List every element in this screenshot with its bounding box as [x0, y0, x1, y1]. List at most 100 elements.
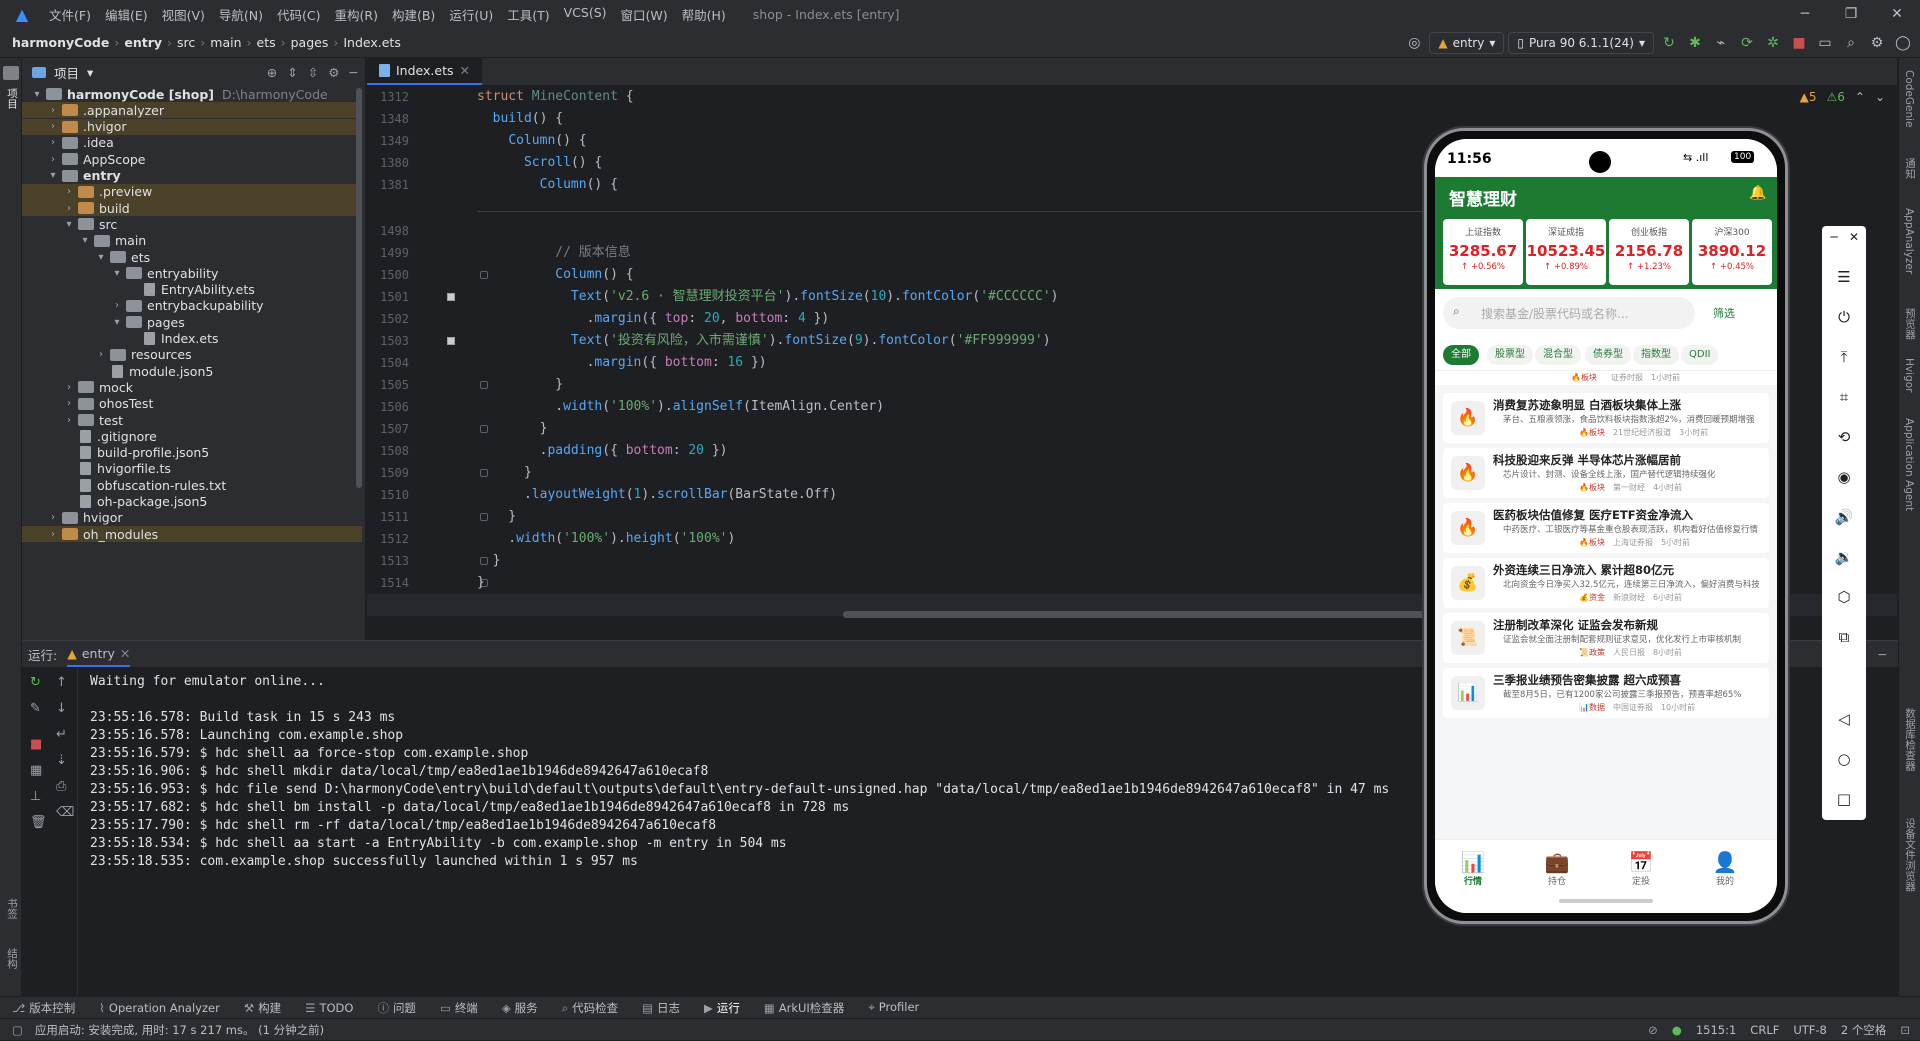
stop-icon[interactable]: ■: [30, 737, 42, 752]
locate-icon[interactable]: ⊕: [267, 65, 277, 80]
breadcrumb-item[interactable]: harmonyCode: [12, 35, 109, 50]
tree-item[interactable]: ▾ src: [22, 216, 362, 232]
tree-item[interactable]: Index.ets: [22, 331, 362, 347]
index-card[interactable]: 深证成指 10523.45 ↑ +0.89%: [1526, 219, 1606, 285]
project-tool-icon[interactable]: [3, 66, 19, 80]
recents-icon[interactable]: □: [1822, 790, 1866, 808]
tree-item[interactable]: › ohosTest: [22, 396, 362, 412]
menu-item[interactable]: 视图(V): [155, 5, 212, 24]
tree-item[interactable]: › .preview: [22, 183, 362, 200]
tree-item[interactable]: .gitignore: [22, 428, 362, 444]
tree-item[interactable]: › mock: [22, 379, 362, 395]
power-icon[interactable]: ⏻: [1822, 308, 1866, 326]
no-sync-icon[interactable]: ⊘: [1648, 1023, 1658, 1037]
tool-tab[interactable]: ▭ 终端: [428, 1000, 490, 1016]
module-selector[interactable]: ▲ entry ▾: [1429, 32, 1505, 54]
index-card[interactable]: 上证指数 3285.67 ↑ +0.56%: [1443, 219, 1523, 285]
tool-window-label[interactable]: Hvigor: [1903, 358, 1915, 392]
menu-item[interactable]: 构建(B): [385, 5, 442, 24]
tree-item[interactable]: ▾ main: [22, 233, 362, 249]
tool-tab[interactable]: ▤ 日志: [630, 1000, 692, 1016]
chevron-down-icon[interactable]: ▾: [87, 65, 93, 80]
account-icon[interactable]: ◯: [1892, 32, 1914, 54]
upload-icon[interactable]: ⤒: [1822, 348, 1866, 366]
breadcrumb-item[interactable]: src: [177, 35, 195, 50]
settings-icon[interactable]: ⚙: [1866, 32, 1888, 54]
tree-item[interactable]: ▾ entryability: [22, 265, 362, 281]
tab-mine[interactable]: 👤 我的: [1695, 850, 1755, 887]
tree-item[interactable]: › test: [22, 412, 362, 428]
multi-window-icon[interactable]: ⧉: [1822, 628, 1866, 646]
hide-icon[interactable]: ─: [349, 65, 357, 80]
tree-scrollbar[interactable]: [356, 88, 362, 488]
attach-debugger-icon[interactable]: ⌁: [1710, 32, 1732, 54]
tool-window-label[interactable]: 数据库检查器: [1903, 708, 1918, 771]
delete-icon[interactable]: 🗑: [30, 815, 47, 830]
tool-tab[interactable]: ⌖ Profiler: [856, 1000, 931, 1015]
menu-item[interactable]: 重构(R): [328, 5, 385, 24]
breadcrumb-item[interactable]: Index.ets: [343, 35, 401, 50]
tab-holdings[interactable]: 💼 持仓: [1527, 850, 1587, 887]
breadcrumb-item[interactable]: ets: [257, 35, 276, 50]
expand-all-icon[interactable]: ⇕: [287, 65, 297, 80]
tool-tab[interactable]: ◈ 服务: [490, 1000, 550, 1016]
debug-icon[interactable]: ✱: [1684, 32, 1706, 54]
tool-tab[interactable]: ▦ ArkUI检查器: [752, 1000, 856, 1016]
tree-item[interactable]: hvigorfile.ts: [22, 461, 362, 477]
menu-item[interactable]: 帮助(H): [675, 5, 733, 24]
restore-icon[interactable]: ❐: [1828, 0, 1874, 28]
news-item[interactable]: 💰 外资连续三日净流入 累计超80亿元 北向资金今日净买入32.5亿元，连续第三日净…: [1443, 558, 1769, 608]
tree-item[interactable]: module.json5: [22, 363, 362, 379]
home-icon[interactable]: ○: [1822, 750, 1866, 768]
category-chip[interactable]: 股票型: [1487, 345, 1533, 365]
tree-item[interactable]: ▾ harmonyCode [shop] D:\harmonyCode: [22, 86, 362, 102]
fold-icon[interactable]: ⬡: [1822, 588, 1866, 606]
rerun-icon[interactable]: ↻: [30, 675, 41, 690]
news-item[interactable]: 🔥 医药板块估值修复 医疗ETF资金净流入 中药医疗、工银医疗等基金重仓股表现活跃，…: [1443, 503, 1769, 553]
back-icon[interactable]: ◁: [1822, 710, 1866, 728]
news-item[interactable]: 📜 注册制改革深化 证监会发布新规 证监会就全面注册制配套规则征求意见，优化发行上市…: [1443, 613, 1769, 663]
profile-icon[interactable]: ✲: [1762, 32, 1784, 54]
category-chip[interactable]: QDII: [1681, 345, 1719, 365]
minimize-icon[interactable]: ─: [1782, 0, 1828, 28]
close-tab-icon[interactable]: ✕: [460, 63, 470, 78]
tree-item[interactable]: oh-package.json5: [22, 494, 362, 510]
bookmarks-tool-label[interactable]: 书签: [5, 898, 20, 919]
tool-window-label[interactable]: Application Agent: [1903, 418, 1915, 511]
category-chip[interactable]: 全部: [1443, 345, 1479, 365]
tree-item[interactable]: › oh_modules: [22, 526, 362, 543]
line-separator[interactable]: CRLF: [1750, 1023, 1779, 1037]
close-icon[interactable]: ✕: [1832, 230, 1876, 244]
filter-button[interactable]: 筛选: [1713, 305, 1735, 321]
caret-position[interactable]: 1515:1: [1696, 1023, 1736, 1037]
menu-item[interactable]: VCS(S): [557, 5, 614, 24]
news-item[interactable]: 📊 三季报业绩预告密集披露 超六成预喜 截至8月5日，已有1200家公司披露三季报预…: [1443, 668, 1769, 718]
tree-item[interactable]: › .hvigor: [22, 118, 362, 135]
breadcrumb-item[interactable]: main: [210, 35, 241, 50]
rerun-icon[interactable]: ↻: [1658, 32, 1680, 54]
menu-item[interactable]: 窗口(W): [614, 5, 675, 24]
collapse-all-icon[interactable]: ⇳: [308, 65, 318, 80]
volume-down-icon[interactable]: 🔉: [1822, 548, 1866, 566]
tree-item[interactable]: EntryAbility.ets: [22, 282, 362, 298]
clear-icon[interactable]: ⌫: [56, 805, 74, 820]
tree-item[interactable]: › entrybackupability: [22, 298, 362, 314]
soft-wrap-icon[interactable]: ↵: [56, 727, 67, 742]
search-icon[interactable]: ⌕: [1840, 32, 1862, 54]
status-message[interactable]: 应用启动: 安装完成, 用时: 17 s 217 ms。 (1 分钟之前): [23, 1022, 324, 1038]
tool-tab[interactable]: ⎇ 版本控制: [0, 1000, 87, 1016]
crop-icon[interactable]: ⌗: [1822, 388, 1866, 406]
project-tool-label[interactable]: 项目: [5, 88, 20, 109]
tool-window-label[interactable]: AppAnalyzer: [1903, 208, 1915, 274]
volume-up-icon[interactable]: 🔊: [1822, 508, 1866, 526]
tree-item[interactable]: ▾ ets: [22, 249, 362, 265]
menu-item[interactable]: 代码(C): [270, 5, 327, 24]
tree-item[interactable]: › build: [22, 200, 362, 217]
arrow-up-icon[interactable]: ↑: [56, 675, 67, 690]
tool-tab[interactable]: ⌇ Operation Analyzer: [87, 1001, 232, 1015]
tool-tab[interactable]: ▶ 运行: [692, 1000, 752, 1016]
wrench-icon[interactable]: ✎: [30, 701, 41, 716]
menu-item[interactable]: 工具(T): [500, 5, 556, 24]
breadcrumb-item[interactable]: entry: [124, 35, 162, 50]
device-selector[interactable]: ▯ Pura 90 6.1.1(24) ▾: [1508, 32, 1654, 54]
